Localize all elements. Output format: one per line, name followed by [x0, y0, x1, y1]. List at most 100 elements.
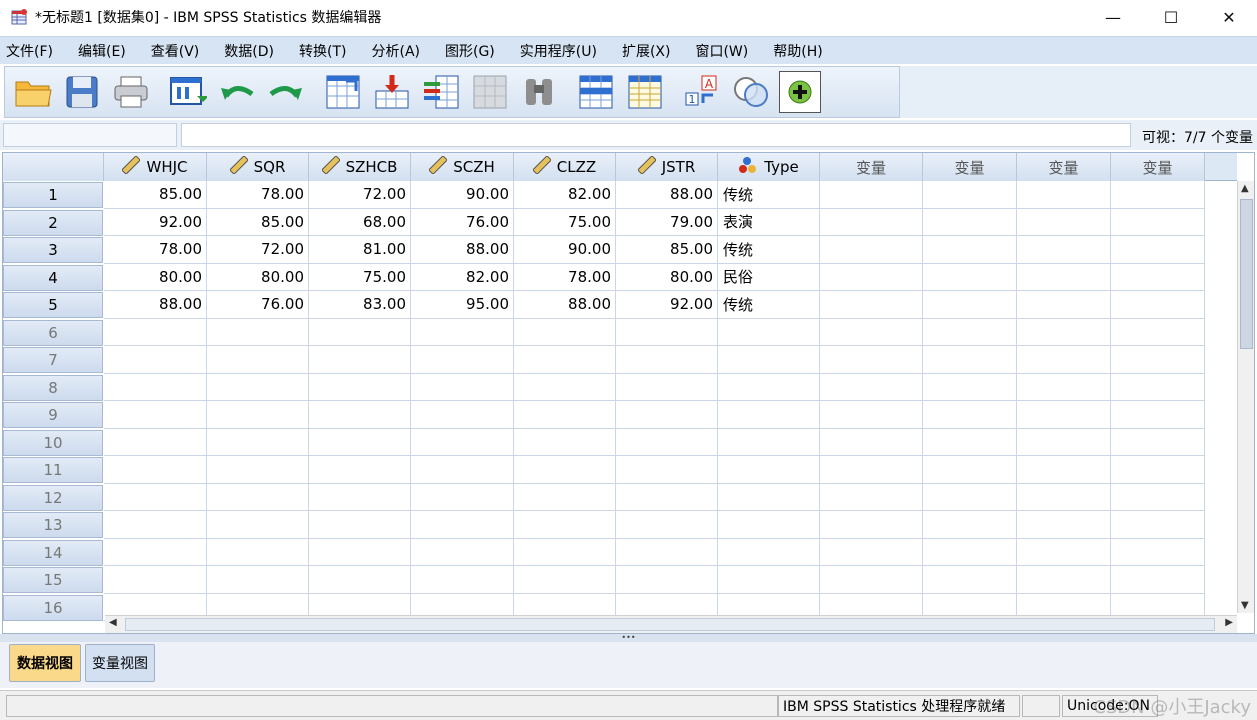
- data-cell[interactable]: 80.00: [616, 263, 718, 291]
- data-cell[interactable]: [309, 401, 411, 429]
- find-icon[interactable]: [518, 71, 560, 113]
- data-cell[interactable]: [718, 318, 820, 346]
- data-cell[interactable]: [514, 346, 616, 374]
- data-cell[interactable]: [411, 428, 514, 456]
- data-cell[interactable]: 82.00: [514, 181, 616, 209]
- data-cell[interactable]: [1111, 291, 1205, 319]
- data-cell[interactable]: [923, 483, 1017, 511]
- data-cell[interactable]: [820, 373, 923, 401]
- data-cell[interactable]: [104, 318, 207, 346]
- data-cell[interactable]: 78.00: [104, 236, 207, 264]
- data-cell[interactable]: [1017, 181, 1111, 209]
- data-cell[interactable]: [616, 318, 718, 346]
- menu-file[interactable]: 文件(F): [0, 41, 65, 61]
- tab-data-view[interactable]: 数据视图: [9, 644, 81, 682]
- data-cell[interactable]: [411, 318, 514, 346]
- data-cell[interactable]: [1017, 401, 1111, 429]
- maximize-button[interactable]: ☐: [1142, 0, 1200, 34]
- data-cell[interactable]: [1017, 456, 1111, 484]
- data-cell[interactable]: [514, 566, 616, 594]
- data-cell[interactable]: [514, 538, 616, 566]
- row-header[interactable]: 11: [3, 457, 103, 483]
- data-cell[interactable]: [309, 428, 411, 456]
- minimize-button[interactable]: —: [1084, 0, 1142, 34]
- data-cell[interactable]: [1111, 263, 1205, 291]
- insert-cases-icon[interactable]: [575, 71, 617, 113]
- data-cell[interactable]: [207, 401, 309, 429]
- column-header-sczh[interactable]: SCZH: [411, 153, 514, 181]
- data-cell[interactable]: 80.00: [104, 263, 207, 291]
- column-header-clzz[interactable]: CLZZ: [514, 153, 616, 181]
- data-cell[interactable]: 85.00: [104, 181, 207, 209]
- data-cell[interactable]: [820, 346, 923, 374]
- data-cell[interactable]: [1111, 566, 1205, 594]
- data-cell[interactable]: [514, 318, 616, 346]
- data-cell[interactable]: [207, 456, 309, 484]
- cell-reference-field[interactable]: [3, 123, 177, 147]
- scroll-right-icon[interactable]: ▶: [1225, 617, 1233, 628]
- data-cell[interactable]: 88.00: [616, 181, 718, 209]
- data-cell[interactable]: 85.00: [207, 208, 309, 236]
- menu-view[interactable]: 查看(V): [145, 41, 212, 61]
- data-cell[interactable]: [514, 456, 616, 484]
- data-cell[interactable]: [514, 483, 616, 511]
- menu-window[interactable]: 窗口(W): [689, 41, 760, 61]
- data-cell[interactable]: [1111, 373, 1205, 401]
- data-cell[interactable]: [104, 483, 207, 511]
- column-header-empty[interactable]: 变量: [820, 153, 923, 181]
- column-header-type[interactable]: Type: [718, 153, 820, 181]
- row-header[interactable]: 4: [3, 264, 103, 291]
- data-cell[interactable]: [718, 346, 820, 374]
- data-cell[interactable]: [820, 428, 923, 456]
- row-header[interactable]: 14: [3, 539, 103, 566]
- data-cell[interactable]: 88.00: [411, 236, 514, 264]
- column-header-empty[interactable]: 变量: [923, 153, 1017, 181]
- data-cell[interactable]: [820, 291, 923, 319]
- data-cell[interactable]: 78.00: [207, 181, 309, 209]
- vertical-scrollbar[interactable]: ▲ ▼: [1237, 181, 1254, 613]
- row-header[interactable]: 9: [3, 402, 103, 428]
- data-cell[interactable]: [309, 511, 411, 539]
- data-cell[interactable]: [1111, 511, 1205, 539]
- data-cell[interactable]: [616, 428, 718, 456]
- data-cell[interactable]: [207, 373, 309, 401]
- data-cell[interactable]: [616, 566, 718, 594]
- column-header-empty[interactable]: 变量: [1111, 153, 1205, 181]
- data-cell[interactable]: [820, 236, 923, 264]
- data-cell[interactable]: 92.00: [616, 291, 718, 319]
- data-cell[interactable]: [309, 456, 411, 484]
- data-cell[interactable]: [1017, 346, 1111, 374]
- data-cell[interactable]: [718, 511, 820, 539]
- data-cell[interactable]: [820, 483, 923, 511]
- row-header[interactable]: 3: [3, 237, 103, 263]
- data-cell[interactable]: 78.00: [514, 263, 616, 291]
- scroll-down-icon[interactable]: ▼: [1241, 600, 1249, 611]
- data-cell[interactable]: [411, 538, 514, 566]
- data-cell[interactable]: [309, 318, 411, 346]
- data-cell[interactable]: 88.00: [514, 291, 616, 319]
- menu-data[interactable]: 数据(D): [218, 41, 286, 61]
- data-cell[interactable]: 表演: [718, 208, 820, 236]
- menu-help[interactable]: 帮助(H): [767, 41, 834, 61]
- data-cell[interactable]: 90.00: [411, 181, 514, 209]
- menu-extensions[interactable]: 扩展(X): [616, 41, 683, 61]
- data-cell[interactable]: [411, 373, 514, 401]
- data-cell[interactable]: [1017, 236, 1111, 264]
- data-cell[interactable]: [104, 511, 207, 539]
- run-descriptive-icon[interactable]: [469, 71, 511, 113]
- insert-variable-icon[interactable]: [624, 71, 666, 113]
- data-cell[interactable]: [616, 511, 718, 539]
- redo-icon[interactable]: [265, 71, 307, 113]
- data-cell[interactable]: [309, 373, 411, 401]
- data-cell[interactable]: [104, 401, 207, 429]
- tab-variable-view[interactable]: 变量视图: [85, 644, 155, 682]
- data-cell[interactable]: 88.00: [104, 291, 207, 319]
- data-cell[interactable]: 75.00: [309, 263, 411, 291]
- data-cell[interactable]: [207, 346, 309, 374]
- data-cell[interactable]: [820, 511, 923, 539]
- data-cell[interactable]: [309, 566, 411, 594]
- data-cell[interactable]: 72.00: [207, 236, 309, 264]
- data-cell[interactable]: 80.00: [207, 263, 309, 291]
- open-folder-icon[interactable]: [12, 71, 54, 113]
- data-cell[interactable]: [820, 263, 923, 291]
